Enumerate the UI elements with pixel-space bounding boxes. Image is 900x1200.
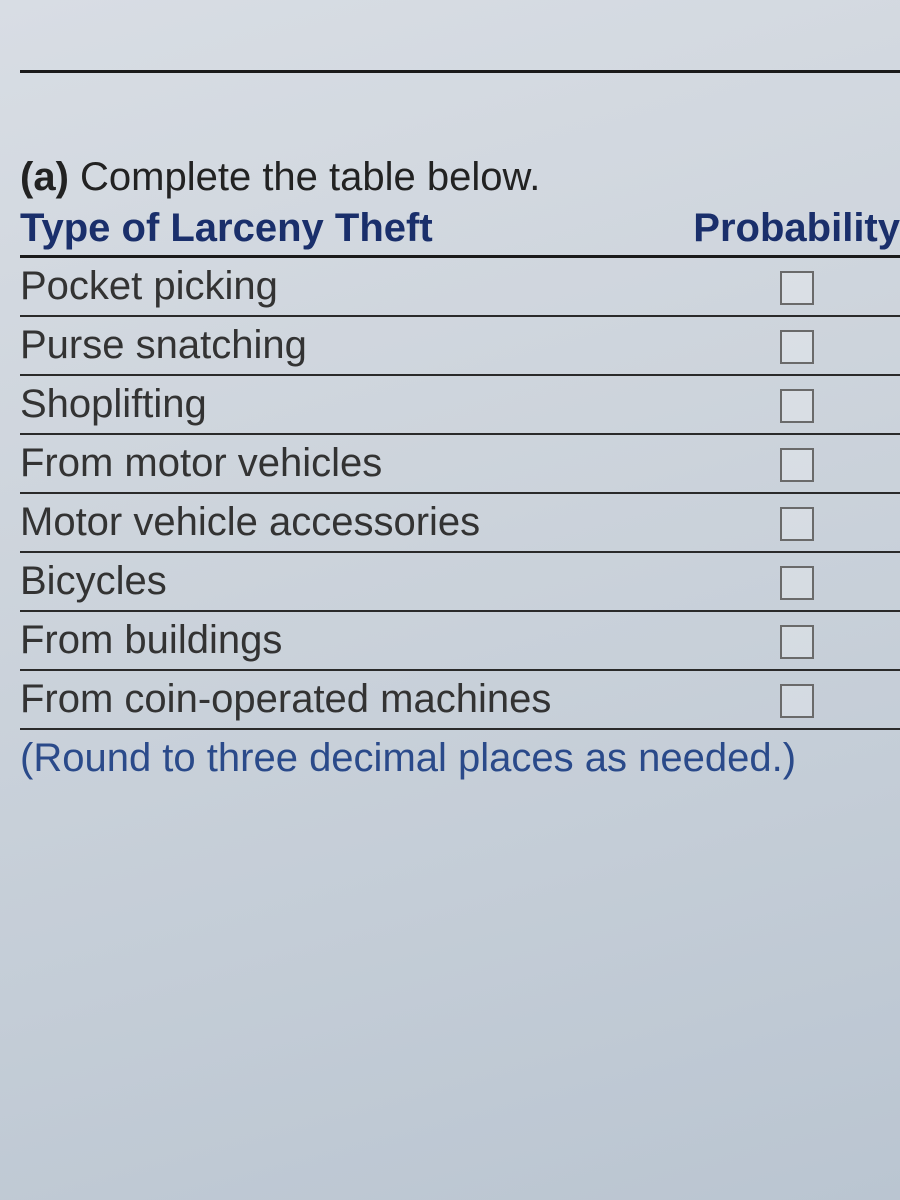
larceny-table: Type of Larceny Theft Probability Pocket… xyxy=(20,204,900,730)
row-probability-cell xyxy=(693,375,900,434)
probability-input[interactable] xyxy=(780,448,814,482)
question-prompt: (a) Complete the table below. xyxy=(20,155,900,200)
probability-input[interactable] xyxy=(780,271,814,305)
table-row: Shoplifting xyxy=(20,375,900,434)
row-probability-cell xyxy=(693,316,900,375)
row-type: From buildings xyxy=(20,611,693,670)
probability-input[interactable] xyxy=(780,507,814,541)
table-row: Purse snatching xyxy=(20,316,900,375)
row-probability-cell xyxy=(693,611,900,670)
table-row: Motor vehicle accessories xyxy=(20,493,900,552)
row-type: From motor vehicles xyxy=(20,434,693,493)
row-type: Motor vehicle accessories xyxy=(20,493,693,552)
rounding-hint: (Round to three decimal places as needed… xyxy=(20,730,900,781)
table-row: Pocket picking xyxy=(20,257,900,317)
probability-input[interactable] xyxy=(780,566,814,600)
question-marker: (a) xyxy=(20,155,69,199)
row-probability-cell xyxy=(693,670,900,729)
row-probability-cell xyxy=(693,552,900,611)
row-probability-cell xyxy=(693,493,900,552)
table-row: Bicycles xyxy=(20,552,900,611)
table-row: From coin-operated machines xyxy=(20,670,900,729)
probability-input[interactable] xyxy=(780,625,814,659)
question-text: Complete the table below. xyxy=(80,155,540,199)
table-row: From motor vehicles xyxy=(20,434,900,493)
row-type: Purse snatching xyxy=(20,316,693,375)
row-type: Shoplifting xyxy=(20,375,693,434)
row-type: Bicycles xyxy=(20,552,693,611)
probability-input[interactable] xyxy=(780,684,814,718)
row-probability-cell xyxy=(693,434,900,493)
probability-input[interactable] xyxy=(780,330,814,364)
probability-input[interactable] xyxy=(780,389,814,423)
table-row: From buildings xyxy=(20,611,900,670)
table-header-row: Type of Larceny Theft Probability xyxy=(20,204,900,257)
page: (a) Complete the table below. Type of La… xyxy=(0,0,900,1200)
content: (a) Complete the table below. Type of La… xyxy=(20,155,900,781)
header-probability: Probability xyxy=(693,204,900,257)
row-probability-cell xyxy=(693,257,900,317)
row-type: Pocket picking xyxy=(20,257,693,317)
row-type: From coin-operated machines xyxy=(20,670,693,729)
horizontal-rule xyxy=(20,70,900,73)
header-type: Type of Larceny Theft xyxy=(20,204,693,257)
